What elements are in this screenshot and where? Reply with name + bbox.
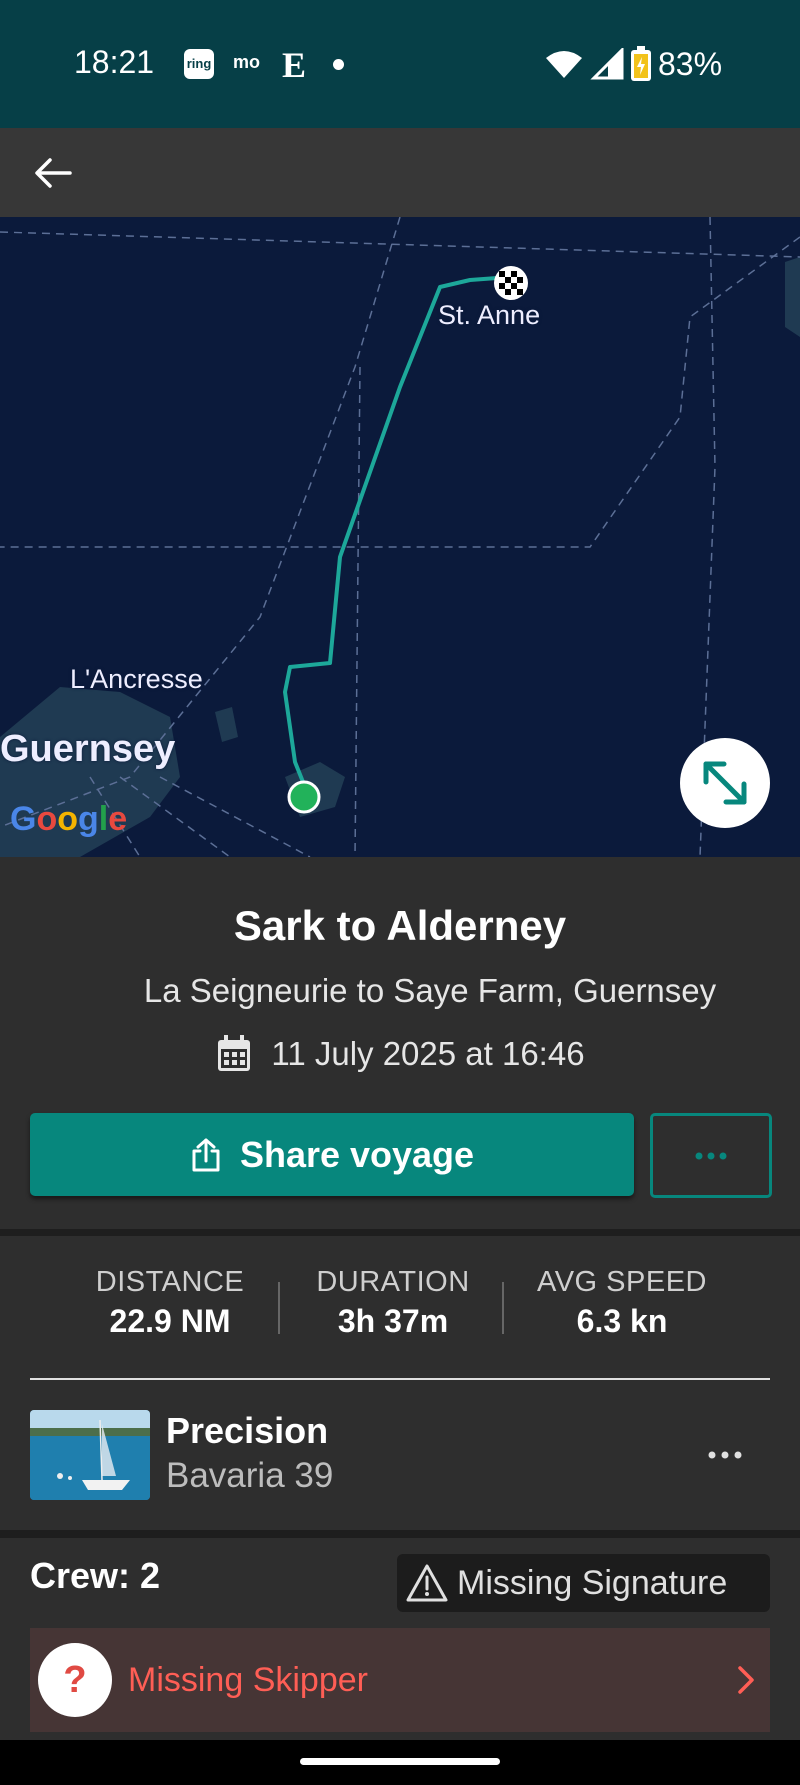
voyage-title: Sark to Alderney: [233, 902, 567, 949]
missing-skipper-row[interactable]: ? Missing Skipper: [30, 1628, 770, 1732]
back-arrow-icon[interactable]: [30, 150, 76, 196]
start-marker-icon: [287, 780, 321, 814]
share-icon: [192, 1138, 220, 1171]
missing-skipper-label: Missing Skipper: [128, 1660, 368, 1699]
section-divider: [0, 1530, 800, 1538]
stat-separator: [278, 1282, 280, 1334]
stat-avg-speed-value: 6.3 kn: [576, 1303, 668, 1339]
stat-duration: DURATION 3h 37m: [293, 1266, 493, 1340]
expand-icon: [703, 761, 747, 805]
voyage-more-button[interactable]: [650, 1113, 772, 1198]
cell-signal-icon: [590, 48, 624, 80]
stat-distance: DISTANCE 22.9 NM: [70, 1266, 270, 1340]
boat-photo[interactable]: [30, 1410, 150, 1500]
boat-photo-image: [30, 1410, 150, 1500]
calendar-icon: [218, 1035, 251, 1071]
voyage-track: [283, 275, 511, 788]
home-gesture-handle[interactable]: [300, 1758, 500, 1765]
chevron-right-icon: [738, 1666, 754, 1694]
stats-divider: [30, 1378, 770, 1380]
expand-map-button[interactable]: [680, 738, 770, 828]
map-label-guernsey: Guernsey: [0, 728, 176, 770]
share-voyage-button[interactable]: Share voyage: [30, 1113, 634, 1196]
stat-duration-label: DURATION: [316, 1266, 470, 1298]
status-right-group: 83%: [544, 44, 722, 84]
question-icon: ?: [38, 1643, 112, 1717]
app-bar: [0, 128, 800, 217]
battery-percent: 83%: [658, 45, 723, 82]
voyage-route: La Seigneurie to Saye Farm, Guernsey: [143, 972, 717, 1009]
notification-dot-icon: [333, 59, 344, 70]
section-divider: [0, 1229, 800, 1236]
boat-model: Bavaria 39: [166, 1456, 334, 1495]
missing-signature-badge[interactable]: Missing Signature: [397, 1554, 770, 1612]
islet-land: [215, 707, 238, 742]
status-time: 18:21: [74, 44, 155, 80]
voyage-datetime: 11 July 2025 at 16:46: [271, 1035, 585, 1072]
more-dots-icon: [695, 1152, 727, 1159]
missing-signature-label: Missing Signature: [457, 1563, 728, 1602]
wifi-icon: [546, 51, 582, 78]
battery-icon: [631, 46, 651, 81]
voyage-date-row: 11 July 2025 at 16:46: [0, 1034, 800, 1074]
crew-count: Crew: 2: [30, 1555, 161, 1596]
stat-separator: [502, 1282, 504, 1334]
stat-distance-value: 22.9 NM: [109, 1303, 231, 1339]
map-label-st-anne: St. Anne: [438, 300, 541, 330]
stat-distance-label: DISTANCE: [95, 1266, 245, 1298]
boat-more-icon[interactable]: [700, 1440, 750, 1470]
share-voyage-label: Share voyage: [239, 1133, 475, 1175]
stat-avg-speed-label: AVG SPEED: [537, 1266, 707, 1298]
stat-avg-speed: AVG SPEED 6.3 kn: [522, 1266, 722, 1340]
ring-app-icon: ring: [184, 49, 214, 79]
boat-name: Precision: [166, 1410, 329, 1451]
mo-app-icon: mo: [233, 52, 260, 72]
e-app-icon: E: [282, 45, 307, 85]
alderney-land: [785, 257, 800, 337]
google-logo: Google: [10, 800, 128, 838]
stat-duration-value: 3h 37m: [337, 1303, 449, 1339]
finish-flag-icon: [494, 266, 528, 300]
map-label-lancresse: L'Ancresse: [70, 664, 203, 694]
warning-icon: [406, 1564, 448, 1602]
